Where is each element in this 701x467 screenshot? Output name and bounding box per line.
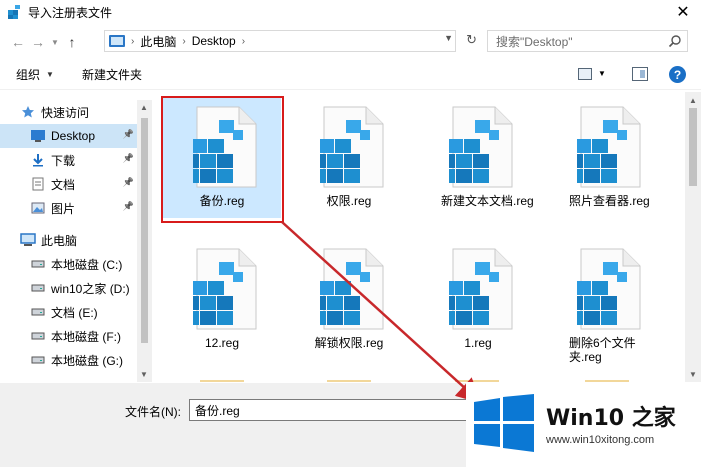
windows-logo-icon [474, 394, 534, 452]
watermark-badge: Win10 之家 www.win10xitong.com [466, 382, 701, 467]
watermark-brand: Win10 之家 [546, 406, 676, 431]
watermark-url: www.win10xitong.com [546, 434, 655, 446]
